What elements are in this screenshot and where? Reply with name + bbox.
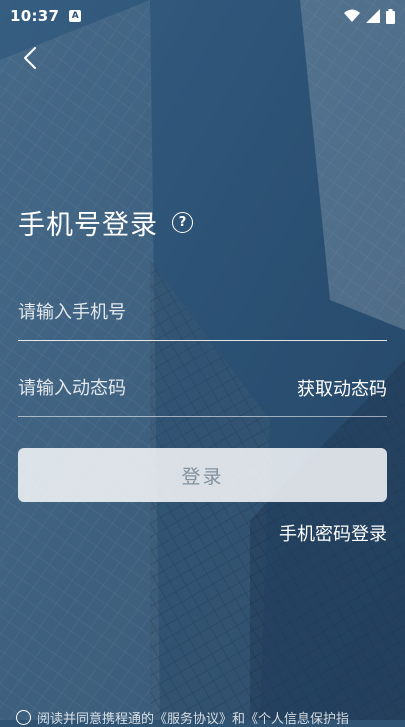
password-login-link[interactable]: 手机密码登录: [279, 520, 387, 546]
phone-field: [18, 284, 387, 341]
agreement-row: 阅读并同意携程通的《服务协议》和《个人信息保护指: [16, 708, 349, 727]
code-input[interactable]: [18, 377, 268, 399]
agreement-checkbox[interactable]: [16, 710, 31, 725]
status-right: [344, 8, 395, 24]
status-bar: 10:37 A: [0, 0, 405, 32]
signal-icon: [366, 9, 380, 23]
status-left: 10:37 A: [10, 7, 82, 25]
phone-input[interactable]: [18, 301, 268, 323]
login-button[interactable]: 登录: [18, 448, 387, 502]
status-time: 10:37: [10, 7, 60, 25]
agreement-text[interactable]: 阅读并同意携程通的《服务协议》和《个人信息保护指: [37, 708, 349, 727]
chevron-left-icon: [24, 47, 36, 69]
get-code-button[interactable]: 获取动态码: [297, 375, 387, 401]
help-icon[interactable]: ?: [172, 212, 193, 233]
battery-icon: [386, 8, 395, 24]
notification-a-icon: A: [69, 10, 82, 22]
code-field: 获取动态码: [18, 360, 387, 417]
back-button[interactable]: [16, 44, 44, 72]
page-title: 手机号登录: [18, 210, 158, 241]
title-row: 手机号登录 ?: [18, 203, 193, 242]
wifi-icon: [344, 9, 360, 22]
